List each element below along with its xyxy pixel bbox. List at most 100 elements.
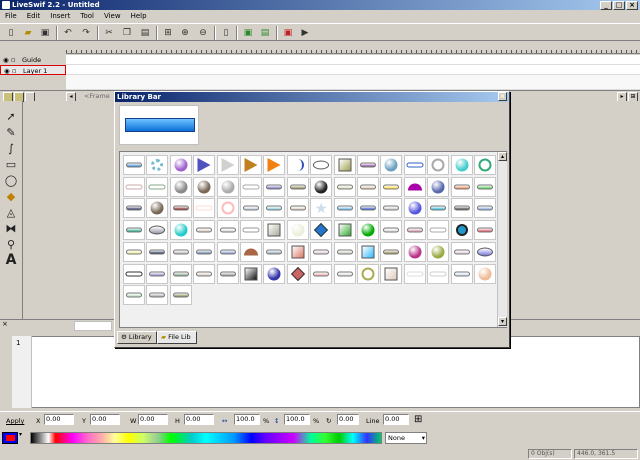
library-item[interactable] xyxy=(216,176,239,197)
fill-style-select[interactable]: None ▾ xyxy=(385,432,427,444)
library-item[interactable] xyxy=(450,176,473,197)
scale-height-input[interactable]: 100.0 xyxy=(284,414,310,425)
library-item[interactable] xyxy=(240,220,262,241)
scroll-up-icon[interactable]: ▴ xyxy=(498,152,507,161)
menu-help[interactable]: Help xyxy=(126,10,152,22)
library-item[interactable] xyxy=(333,198,356,219)
library-item[interactable] xyxy=(380,263,403,284)
library-item[interactable] xyxy=(427,241,450,262)
layer-1[interactable]: ◉ ▫ Layer 1 xyxy=(0,65,66,75)
cut-icon[interactable]: ✂ xyxy=(103,27,115,39)
lock-icon[interactable]: ▫ xyxy=(12,66,16,76)
library-item[interactable] xyxy=(333,155,356,175)
library-item[interactable] xyxy=(169,198,192,219)
library-item[interactable] xyxy=(169,220,192,241)
tab-file-lib[interactable]: ▰ File Lib xyxy=(157,331,197,344)
library-item[interactable] xyxy=(193,241,216,262)
library-item[interactable] xyxy=(286,176,309,197)
library-item[interactable] xyxy=(380,241,403,262)
library-item[interactable] xyxy=(240,198,262,219)
library-item[interactable] xyxy=(286,198,309,219)
library-item[interactable] xyxy=(123,285,145,306)
library-item[interactable] xyxy=(216,241,239,262)
copy-icon[interactable]: ❐ xyxy=(121,27,133,39)
library-item[interactable] xyxy=(193,176,216,197)
menu-file[interactable]: File xyxy=(0,10,22,22)
library-item[interactable] xyxy=(427,263,450,284)
redo-icon[interactable]: ↷ xyxy=(80,27,92,39)
x-input[interactable]: 0.00 xyxy=(44,414,74,425)
library-item[interactable] xyxy=(427,176,450,197)
library-item[interactable] xyxy=(169,285,192,306)
library-item[interactable] xyxy=(286,155,309,175)
library-item[interactable] xyxy=(123,263,145,284)
library-item[interactable] xyxy=(357,176,379,197)
library-item[interactable] xyxy=(403,241,426,262)
apply-button[interactable]: Apply xyxy=(6,417,24,425)
play-icon[interactable]: ▶ xyxy=(299,27,311,39)
transform-tool-icon[interactable]: ◬ xyxy=(3,205,19,220)
library-item[interactable] xyxy=(169,176,192,197)
library-item[interactable] xyxy=(263,176,286,197)
frame-row-layer-1[interactable] xyxy=(66,65,640,75)
library-item[interactable] xyxy=(333,241,356,262)
h-input[interactable]: 0.00 xyxy=(184,414,214,425)
library-item[interactable] xyxy=(146,220,169,241)
color-palette[interactable] xyxy=(30,432,382,444)
library-item[interactable] xyxy=(427,155,450,175)
color-dropdown-icon[interactable]: ▾ xyxy=(19,431,29,439)
line-width-input[interactable]: 0.00 xyxy=(383,414,409,425)
library-item[interactable] xyxy=(216,155,239,175)
library-item[interactable] xyxy=(286,263,309,284)
library-item[interactable] xyxy=(146,263,169,284)
library-item[interactable] xyxy=(380,220,403,241)
library-item[interactable] xyxy=(403,198,426,219)
bezier-tool-icon[interactable]: ∫ xyxy=(3,141,19,156)
tab-library[interactable]: ⚙ Library xyxy=(117,331,157,344)
library-item[interactable] xyxy=(216,198,239,219)
library-item[interactable] xyxy=(286,241,309,262)
scroll-down-icon[interactable]: ▾ xyxy=(498,317,507,326)
library-item[interactable] xyxy=(474,220,496,241)
library-item[interactable] xyxy=(169,241,192,262)
layer-guide[interactable]: ◉ ▫ Guide xyxy=(0,55,66,65)
library-item[interactable] xyxy=(193,220,216,241)
library-item[interactable] xyxy=(474,241,496,262)
new-file-icon[interactable]: ▯ xyxy=(5,27,17,39)
library-title-bar[interactable]: Library Bar × xyxy=(115,92,509,102)
library-item[interactable] xyxy=(450,263,473,284)
fill-color-swatch[interactable] xyxy=(6,435,15,441)
library-item[interactable] xyxy=(263,220,286,241)
library-item[interactable] xyxy=(146,176,169,197)
library-item[interactable] xyxy=(193,263,216,284)
library-item[interactable] xyxy=(357,155,379,175)
zoom-out-icon[interactable]: ⊖ xyxy=(197,27,209,39)
library-item[interactable] xyxy=(474,263,496,284)
library-item[interactable] xyxy=(403,263,426,284)
export-icon[interactable]: ▣ xyxy=(242,27,254,39)
menu-insert[interactable]: Insert xyxy=(45,10,75,22)
library-item[interactable] xyxy=(263,241,286,262)
zoom-tool-icon[interactable]: ⚲ xyxy=(3,237,19,252)
library-item[interactable] xyxy=(263,155,286,175)
lock-icon[interactable]: ▫ xyxy=(11,55,15,65)
library-close-icon[interactable]: × xyxy=(498,92,507,101)
library-item[interactable] xyxy=(240,241,262,262)
library-scrollbar[interactable]: ▴ ▾ xyxy=(497,152,507,327)
library-item[interactable] xyxy=(123,198,145,219)
library-item[interactable] xyxy=(123,176,145,197)
distort-tool-icon[interactable]: ⧓ xyxy=(3,221,19,236)
rectangle-tool-icon[interactable]: ▭ xyxy=(3,157,19,172)
zoom-in-icon[interactable]: ⊕ xyxy=(179,27,191,39)
library-item[interactable] xyxy=(263,263,286,284)
page-icon[interactable]: ▯ xyxy=(220,27,232,39)
w-input[interactable]: 0.00 xyxy=(138,414,168,425)
library-item[interactable] xyxy=(333,176,356,197)
library-item[interactable] xyxy=(427,198,450,219)
library-item[interactable] xyxy=(240,263,262,284)
library-item[interactable] xyxy=(474,155,496,175)
library-item[interactable] xyxy=(310,241,333,262)
arrow-tool-icon[interactable]: ➚ xyxy=(3,109,19,124)
stop-icon[interactable]: ▣ xyxy=(282,27,294,39)
library-item[interactable] xyxy=(403,220,426,241)
